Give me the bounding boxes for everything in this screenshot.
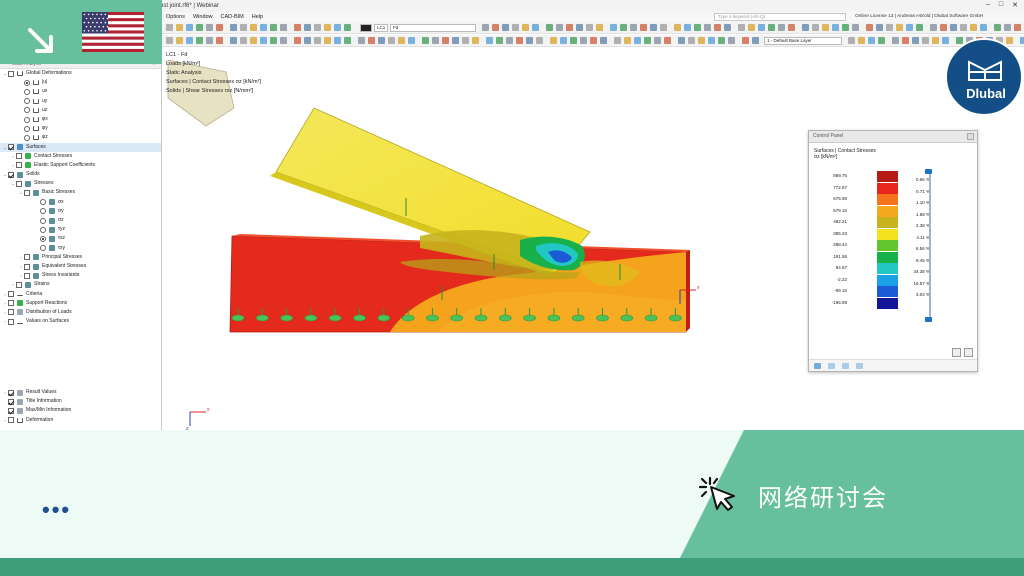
webinar-label: 网络研讨会: [758, 484, 888, 512]
click-cursor-icon: [698, 476, 735, 511]
bottom-strip: [0, 558, 1024, 576]
app-screenshot: ust joint.rf6* | Webinar – □ ✕ Options W…: [0, 0, 1024, 576]
